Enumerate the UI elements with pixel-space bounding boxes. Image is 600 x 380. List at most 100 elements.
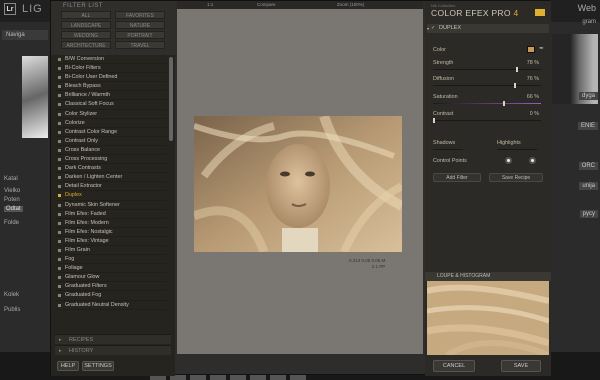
category-landscape[interactable]: LANDSCAPE <box>61 21 111 29</box>
settings-button[interactable]: SETTINGS <box>82 361 114 371</box>
folders-header[interactable]: Folde <box>4 220 19 226</box>
catalog-header[interactable]: Katal <box>4 176 18 182</box>
side-tag[interactable]: ORC <box>578 162 598 170</box>
filter-list: B/W Conversion Bi-Color Filters Bi-Color… <box>55 55 167 331</box>
save-recipe-button[interactable]: Save Recipe <box>489 173 543 182</box>
cancel-button[interactable]: CANCEL <box>433 360 475 372</box>
save-button[interactable]: SAVE <box>501 360 541 372</box>
highlights-slider[interactable] <box>497 149 537 150</box>
filter-item-selected[interactable]: Duplex <box>55 191 167 201</box>
filter-item[interactable]: Bi-Color Filters <box>55 64 167 74</box>
contrast-slider[interactable] <box>433 118 541 123</box>
catalog-item[interactable]: Vielko <box>4 188 20 194</box>
filter-item[interactable]: Bi-Color User Defined <box>55 73 167 83</box>
filter-item[interactable]: Fog <box>55 255 167 265</box>
filter-item[interactable]: Foliage <box>55 264 167 274</box>
navigator-header[interactable]: Naviga <box>2 30 48 40</box>
portrait-image <box>194 116 402 252</box>
filter-item[interactable]: Graduated Filters <box>55 282 167 292</box>
filter-item[interactable]: Darken / Lighten Center <box>55 173 167 183</box>
side-tag[interactable]: ENIE <box>577 122 598 130</box>
filter-list-title: FILTER LIST <box>63 3 104 9</box>
remove-control-point-icon[interactable] <box>529 157 536 164</box>
compare-button[interactable]: Compare <box>257 2 276 8</box>
filter-item[interactable]: Film Efex: Nostalgic <box>55 228 167 237</box>
filter-item[interactable]: Contrast Color Range <box>55 128 167 137</box>
filter-item[interactable]: Graduated Neutral Density <box>55 301 167 310</box>
histogram-header: gram <box>582 19 596 25</box>
eyedropper-icon[interactable]: ✒ <box>539 45 544 52</box>
filter-item[interactable]: Colorize <box>55 119 167 128</box>
recipes-label: RECIPES <box>69 337 94 343</box>
filter-item[interactable]: Dark Contrasts <box>55 164 167 174</box>
help-button[interactable]: HELP <box>57 361 79 371</box>
lightroom-logo: Lr <box>4 3 16 15</box>
filter-item[interactable]: Film Efex: Modern <box>55 219 167 228</box>
filter-item[interactable]: Color Stylizer <box>55 110 167 119</box>
catalog-item[interactable]: Odtat <box>4 206 23 212</box>
zoom-1to1-button[interactable]: 1:1 <box>207 2 213 8</box>
filter-item[interactable]: Contrast Only <box>55 137 167 146</box>
side-tag[interactable]: pycy <box>579 210 598 218</box>
filter-item[interactable]: Film Efex: Faded <box>55 210 167 219</box>
filter-item[interactable]: Dynamic Skin Softener <box>55 201 167 210</box>
filter-header[interactable]: ▾ ✓ DUPLEX <box>427 24 549 33</box>
category-favorites[interactable]: FAVORITES <box>115 11 165 19</box>
shadows-slider[interactable] <box>433 149 463 150</box>
slider-thumb[interactable] <box>515 67 518 72</box>
filter-item[interactable]: Cross Processing <box>55 155 167 165</box>
expand-arrow-icon: ▸ <box>59 337 62 343</box>
loupe-view[interactable] <box>427 281 549 355</box>
filter-item[interactable]: Classical Soft Focus <box>55 100 167 110</box>
filter-item[interactable]: Detail Extractor <box>55 182 167 192</box>
diffusion-slider[interactable] <box>433 83 541 88</box>
category-nature[interactable]: NATURE <box>115 21 165 29</box>
navigator-thumbnail[interactable] <box>22 56 48 138</box>
shadows-label: Shadows <box>433 140 456 146</box>
add-control-point-icon[interactable] <box>505 157 512 164</box>
collections-header[interactable]: Kolek <box>4 292 19 298</box>
preview-toolbar: 1:1 Compare Zoom (100%) <box>177 1 423 9</box>
catalog-item[interactable]: Poten <box>4 197 20 203</box>
filter-item[interactable]: Bleach Bypass <box>55 82 167 92</box>
slider-thumb[interactable] <box>502 101 505 106</box>
strength-slider[interactable] <box>433 67 541 72</box>
filter-item[interactable]: B/W Conversion <box>55 55 167 65</box>
module-web[interactable]: Web <box>578 3 596 13</box>
category-wedding[interactable]: WEDDING <box>61 31 111 39</box>
folder-icon[interactable] <box>535 9 545 16</box>
checkmark-icon[interactable]: ✓ <box>431 24 435 33</box>
loupe-histogram-header[interactable]: LOUPE & HISTOGRAM <box>425 272 551 281</box>
filter-item[interactable]: Film Grain <box>55 246 167 256</box>
preview-photo[interactable] <box>194 116 402 252</box>
add-filter-button[interactable]: Add Filter <box>433 173 481 182</box>
lightroom-right-panel: gram dyga ENIE ORC unija pycy <box>550 19 600 352</box>
preview-area: 0.213 0.05 0.06 M 2.1 PP <box>177 9 423 354</box>
slider-thumb[interactable] <box>433 118 435 123</box>
publish-header[interactable]: Publis <box>4 307 20 313</box>
develop-label[interactable]: dyga <box>578 92 598 100</box>
category-all[interactable]: ALL <box>61 11 111 19</box>
color-swatch[interactable] <box>527 46 535 53</box>
filter-item[interactable]: Brilliance / Warmth <box>55 91 167 101</box>
category-portrait[interactable]: PORTRAIT <box>115 31 165 39</box>
highlights-label: Highlights <box>497 140 521 146</box>
saturation-slider[interactable] <box>433 101 541 106</box>
filter-item[interactable]: Film Efex: Vintage <box>55 237 167 246</box>
slider-label: Diffusion <box>433 76 454 82</box>
history-section[interactable]: ▸ HISTORY <box>55 345 171 355</box>
slider-label: Saturation <box>433 94 458 100</box>
filter-list-scrollbar[interactable] <box>169 57 173 141</box>
recipes-section[interactable]: ▸ RECIPES <box>55 334 171 344</box>
slider-value: 78 % <box>526 60 539 66</box>
filter-item[interactable]: Cross Balance <box>55 146 167 156</box>
category-travel[interactable]: TRAVEL <box>115 41 165 49</box>
filter-item[interactable]: Graduated Fog <box>55 291 167 301</box>
category-architecture[interactable]: ARCHITECTURE <box>61 41 111 49</box>
control-points-label: Control Points <box>433 158 467 164</box>
side-tag[interactable]: unija <box>579 182 598 190</box>
slider-thumb[interactable] <box>513 83 516 88</box>
zoom-dropdown[interactable]: Zoom (100%) <box>337 2 364 8</box>
history-label: HISTORY <box>69 348 94 354</box>
filter-item[interactable]: Glamour Glow <box>55 273 167 283</box>
